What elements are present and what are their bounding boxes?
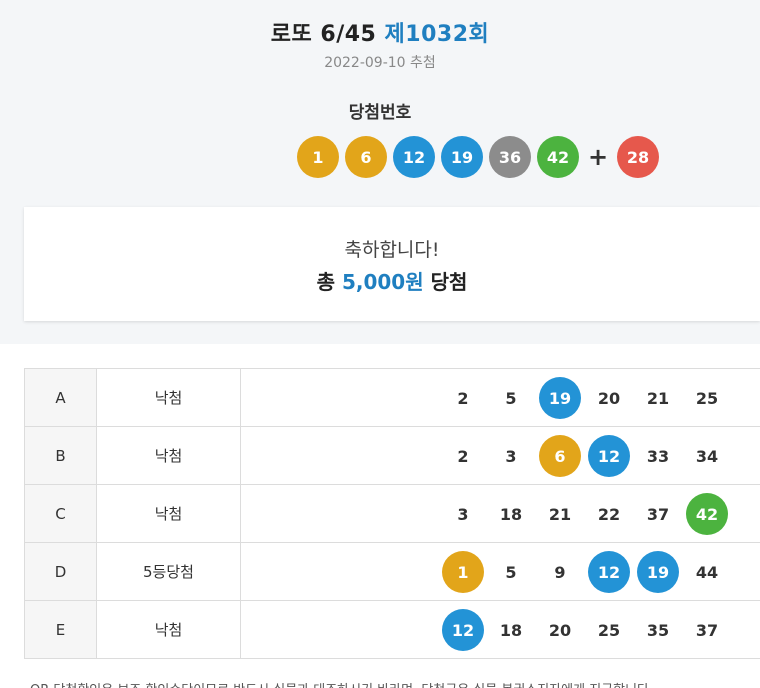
game-numbers: 2 5 19 20 21 25 (241, 369, 760, 426)
game-label: C (25, 485, 97, 542)
winning-ball: 36 (489, 136, 531, 178)
winning-ball: 1 (297, 136, 339, 178)
table-row: A 낙첨 2 5 19 20 21 25 (24, 369, 760, 427)
game-numbers: 2 3 6 12 33 34 (241, 427, 760, 484)
game-number: 35 (646, 620, 670, 640)
winning-ball: 42 (537, 136, 579, 178)
notice-text: QR 당첨확인은 보조 확인수단이므로 반드시 실물과 대조하시기 바라며, 당… (30, 679, 760, 688)
winning-numbers: 1 6 12 19 36 42 + 28 (297, 136, 665, 178)
game-number: 2 (457, 388, 469, 408)
game-number: 37 (695, 620, 719, 640)
congrats-message: 축하합니다! (344, 239, 440, 261)
game-number: 18 (499, 504, 523, 524)
game-number: 5 (505, 388, 517, 408)
total-suffix: 당첨 (430, 270, 468, 294)
game-numbers: 3 18 21 22 37 42 (241, 485, 760, 542)
table-row: E 낙첨 12 18 20 25 35 37 (24, 601, 760, 659)
winning-ball: 6 (345, 136, 387, 178)
winning-ball: 19 (441, 136, 483, 178)
title-prefix: 로또 6/45 (270, 22, 377, 47)
game-result: 5등당첨 (97, 543, 241, 600)
game-result: 낙첨 (97, 601, 241, 658)
table-row: C 낙첨 3 18 21 22 37 42 (24, 485, 760, 543)
game-number: 3 (505, 446, 517, 466)
winning-ball: 12 (393, 136, 435, 178)
matched-number-ball: 19 (637, 551, 679, 593)
page-title: 로또 6/45 제1032회 (0, 16, 760, 48)
game-number: 18 (499, 620, 523, 640)
game-number: 33 (646, 446, 670, 466)
game-numbers: 12 18 20 25 35 37 (241, 601, 760, 658)
matched-number-ball: 12 (588, 551, 630, 593)
game-number: 21 (548, 504, 572, 524)
matched-number-ball: 12 (588, 435, 630, 477)
game-number: 5 (505, 562, 517, 582)
game-number: 34 (695, 446, 719, 466)
matched-number-ball: 12 (442, 609, 484, 651)
game-number: 20 (548, 620, 572, 640)
game-number: 20 (597, 388, 621, 408)
prize-summary-card: 축하합니다! 총 5,000원 당첨 (24, 207, 760, 321)
game-label: B (25, 427, 97, 484)
total-prefix: 총 (316, 270, 335, 294)
winning-numbers-label: 당첨번호 (348, 103, 412, 123)
table-row: D 5등당첨 1 5 9 12 19 44 (24, 543, 760, 601)
results-table: A 낙첨 2 5 19 20 21 25 B 낙첨 2 3 6 12 33 34 C 낙첨 3 18 21 22 37 42 D… (24, 368, 760, 659)
game-result: 낙첨 (97, 369, 241, 426)
draw-date: 2022-09-10 추첨 (324, 55, 436, 71)
game-number: 25 (597, 620, 621, 640)
game-number: 25 (695, 388, 719, 408)
total-prize: 총 5,000원 당첨 (24, 266, 760, 295)
round-number: 제1032회 (384, 22, 490, 47)
game-label: D (25, 543, 97, 600)
plus-icon: + (587, 143, 609, 171)
matched-number-ball: 1 (442, 551, 484, 593)
game-label: E (25, 601, 97, 658)
matched-number-ball: 42 (686, 493, 728, 535)
game-result: 낙첨 (97, 485, 241, 542)
game-number: 3 (457, 504, 469, 524)
table-row: B 낙첨 2 3 6 12 33 34 (24, 427, 760, 485)
matched-number-ball: 6 (539, 435, 581, 477)
game-label: A (25, 369, 97, 426)
game-number: 22 (597, 504, 621, 524)
bonus-ball: 28 (617, 136, 659, 178)
draw-header-section: 로또 6/45 제1032회 2022-09-10 추첨 당첨번호 1 6 12… (0, 0, 760, 344)
game-number: 2 (457, 446, 469, 466)
game-number: 21 (646, 388, 670, 408)
matched-number-ball: 19 (539, 377, 581, 419)
game-result: 낙첨 (97, 427, 241, 484)
game-numbers: 1 5 9 12 19 44 (241, 543, 760, 600)
game-number: 9 (554, 562, 566, 582)
game-number: 44 (695, 562, 719, 582)
prize-amount: 5,000원 (341, 270, 424, 294)
game-number: 37 (646, 504, 670, 524)
